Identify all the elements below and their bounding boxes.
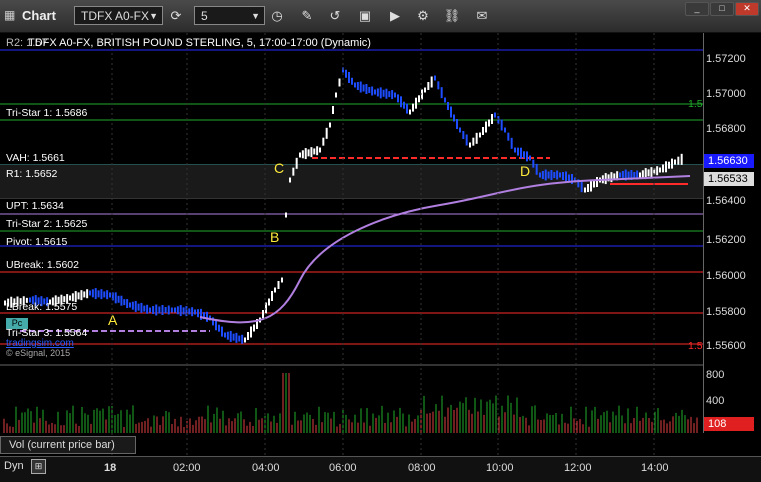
chevron-down-icon[interactable]: ▼ [251,7,260,26]
volume-current-tag: 108 [704,417,754,431]
price-label: 1.55600 [706,340,746,352]
price-scale[interactable]: 1.57200 1.57000 1.56800 1.56400 1.56200 … [703,33,761,365]
chart-icon: ▦ [4,8,16,22]
time-label: 12:00 [564,462,592,474]
refresh-icon[interactable]: ⟳ [167,7,185,25]
zoom-icon[interactable]: ⊞ [31,459,46,474]
marker-a: A [108,312,118,328]
time-label: 02:00 [173,462,201,474]
play-icon[interactable]: ▶ [386,7,404,25]
comment-icon[interactable]: ✉ [473,7,491,25]
minimize-icon[interactable]: _ [685,2,709,16]
edge-label: 1.5 [688,340,703,352]
price-label: 1.55800 [706,306,746,318]
price-label: 1.57000 [706,88,746,100]
symbol-value: TDFX A0-FX [81,9,150,23]
level-label: UBreak: 1.5602 [6,259,79,271]
level-label: UPT: 1.5634 [6,200,64,212]
edge-label: 1.5 [688,98,703,110]
volume-scale-label: 400 [706,395,725,407]
title-bar: ▦ Chart TDFX A0-FX ▼ ⟳ 5 ▼ ◷ ✎ ↺ ▣ ▶ ⚙ ⛓… [0,0,761,33]
level-label: LBreak: 1.5575 [6,301,78,313]
price-label: 1.56200 [706,234,746,246]
dynamic-mode-label[interactable]: Dyn [4,460,24,472]
chart-settings-icon[interactable]: ▣ [356,7,374,25]
clock-icon[interactable]: ◷ [268,7,286,25]
time-label: 04:00 [252,462,280,474]
pc-badge[interactable]: Pc [6,318,28,329]
copyright: © eSignal, 2015 [6,348,71,358]
time-label: 08:00 [408,462,436,474]
time-label: 06:00 [329,462,357,474]
volume-scale-label: 800 [706,369,725,381]
level-label: Tri-Star 2: 1.5625 [6,218,88,230]
level-label: R1: 1.5652 [6,168,58,180]
magnet-icon[interactable]: ↺ [326,7,344,25]
current-price-tag: 1.56630 [704,154,754,168]
price-label: 1.56400 [706,195,746,207]
level-label: Tri-Star 1: 1.5686 [6,107,88,119]
link-icon[interactable]: ⛓ [443,7,461,25]
chart-header: R2: 1.57 TDFX A0-FX, BRITISH POUND STERL… [6,37,371,49]
marker-c: C [274,160,285,176]
price-label: 1.57200 [706,53,746,65]
volume-label-box[interactable]: Vol (current price bar) [0,436,136,454]
second-price-tag: 1.56533 [704,172,754,186]
time-label: 10:00 [486,462,514,474]
marker-d: D [520,163,531,179]
volume-label: Vol (current price bar) [9,439,115,451]
interval-field[interactable]: 5 ▼ [194,6,265,25]
marker-b: B [270,229,280,245]
level-label: Pivot: 1.5615 [6,236,68,248]
symbol-field[interactable]: TDFX A0-FX ▼ [74,6,163,25]
header-title: TDFX A0-FX, BRITISH POUND STERLING, 5, 1… [28,37,371,49]
interval-value: 5 [201,9,208,23]
close-icon[interactable]: ✕ [735,2,759,16]
chevron-down-icon[interactable]: ▼ [149,7,158,26]
level-label: VAH: 1.5661 [6,152,65,164]
chart-area[interactable] [0,33,761,481]
pencil-icon[interactable]: ✎ [298,7,316,25]
maximize-icon[interactable]: □ [710,2,734,16]
time-label: 14:00 [641,462,669,474]
price-label: 1.56000 [706,270,746,282]
price-label: 1.56800 [706,123,746,135]
window-title: Chart [22,8,56,23]
time-label: 18 [104,462,117,474]
gear-icon[interactable]: ⚙ [414,7,432,25]
